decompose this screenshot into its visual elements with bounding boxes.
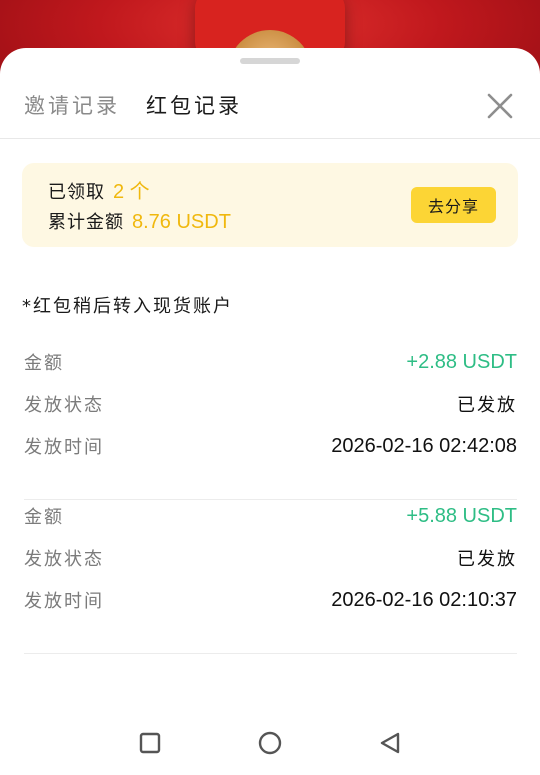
received-row: 已领取 2 个 [48, 175, 150, 204]
status-row: 发放状态 已发放 [24, 543, 517, 573]
total-label: 累计金额 [48, 212, 124, 233]
back-icon-svg [380, 732, 400, 754]
circle-icon[interactable] [256, 729, 284, 757]
time-value: 2026-02-16 02:10:37 [331, 588, 517, 611]
triangle-back-icon[interactable] [376, 729, 404, 757]
amount-row: 金额 +5.88 USDT [24, 501, 517, 531]
status-label: 发放状态 [24, 549, 104, 570]
square-icon[interactable] [136, 729, 164, 757]
time-label: 发放时间 [24, 437, 104, 458]
header-divider [0, 138, 540, 139]
status-value: 已发放 [457, 395, 517, 416]
received-count: 2 个 [113, 181, 150, 203]
tab-bar: 邀请记录 红包记录 [24, 90, 242, 120]
amount-value: +2.88 USDT [406, 350, 517, 373]
amount-label: 金额 [24, 353, 64, 374]
close-icon[interactable] [486, 92, 514, 120]
time-label: 发放时间 [24, 591, 104, 612]
amount-label: 金额 [24, 507, 64, 528]
time-value: 2026-02-16 02:42:08 [331, 434, 517, 457]
status-value: 已发放 [457, 549, 517, 570]
system-nav-bar [0, 711, 540, 775]
recents-icon-svg [139, 732, 161, 754]
tab-invite-records[interactable]: 邀请记录 [24, 90, 120, 120]
drag-handle[interactable] [240, 58, 300, 64]
transfer-note: *红包稍后转入现货账户 [22, 296, 233, 317]
received-label: 已领取 [48, 182, 105, 203]
home-icon-svg [258, 731, 282, 755]
bottom-sheet: 邀请记录 红包记录 已领取 2 个 累计金额 8.76 USDT 去分享 *红包… [0, 48, 540, 775]
total-row: 累计金额 8.76 USDT [48, 208, 231, 234]
total-amount: 8.76 USDT [132, 211, 231, 233]
status-label: 发放状态 [24, 395, 104, 416]
amount-row: 金额 +2.88 USDT [24, 347, 517, 377]
time-row: 发放时间 2026-02-16 02:10:37 [24, 585, 517, 615]
status-row: 发放状态 已发放 [24, 389, 517, 419]
time-row: 发放时间 2026-02-16 02:42:08 [24, 431, 517, 461]
amount-value: +5.88 USDT [406, 504, 517, 527]
record-item: 金额 +2.88 USDT 发放状态 已发放 发放时间 2026-02-16 0… [24, 345, 517, 500]
record-item: 金额 +5.88 USDT 发放状态 已发放 发放时间 2026-02-16 0… [24, 499, 517, 654]
summary-card: 已领取 2 个 累计金额 8.76 USDT 去分享 [22, 163, 518, 247]
tab-red-packet-records[interactable]: 红包记录 [146, 90, 242, 120]
share-button[interactable]: 去分享 [411, 187, 496, 223]
close-icon-svg [487, 93, 513, 119]
